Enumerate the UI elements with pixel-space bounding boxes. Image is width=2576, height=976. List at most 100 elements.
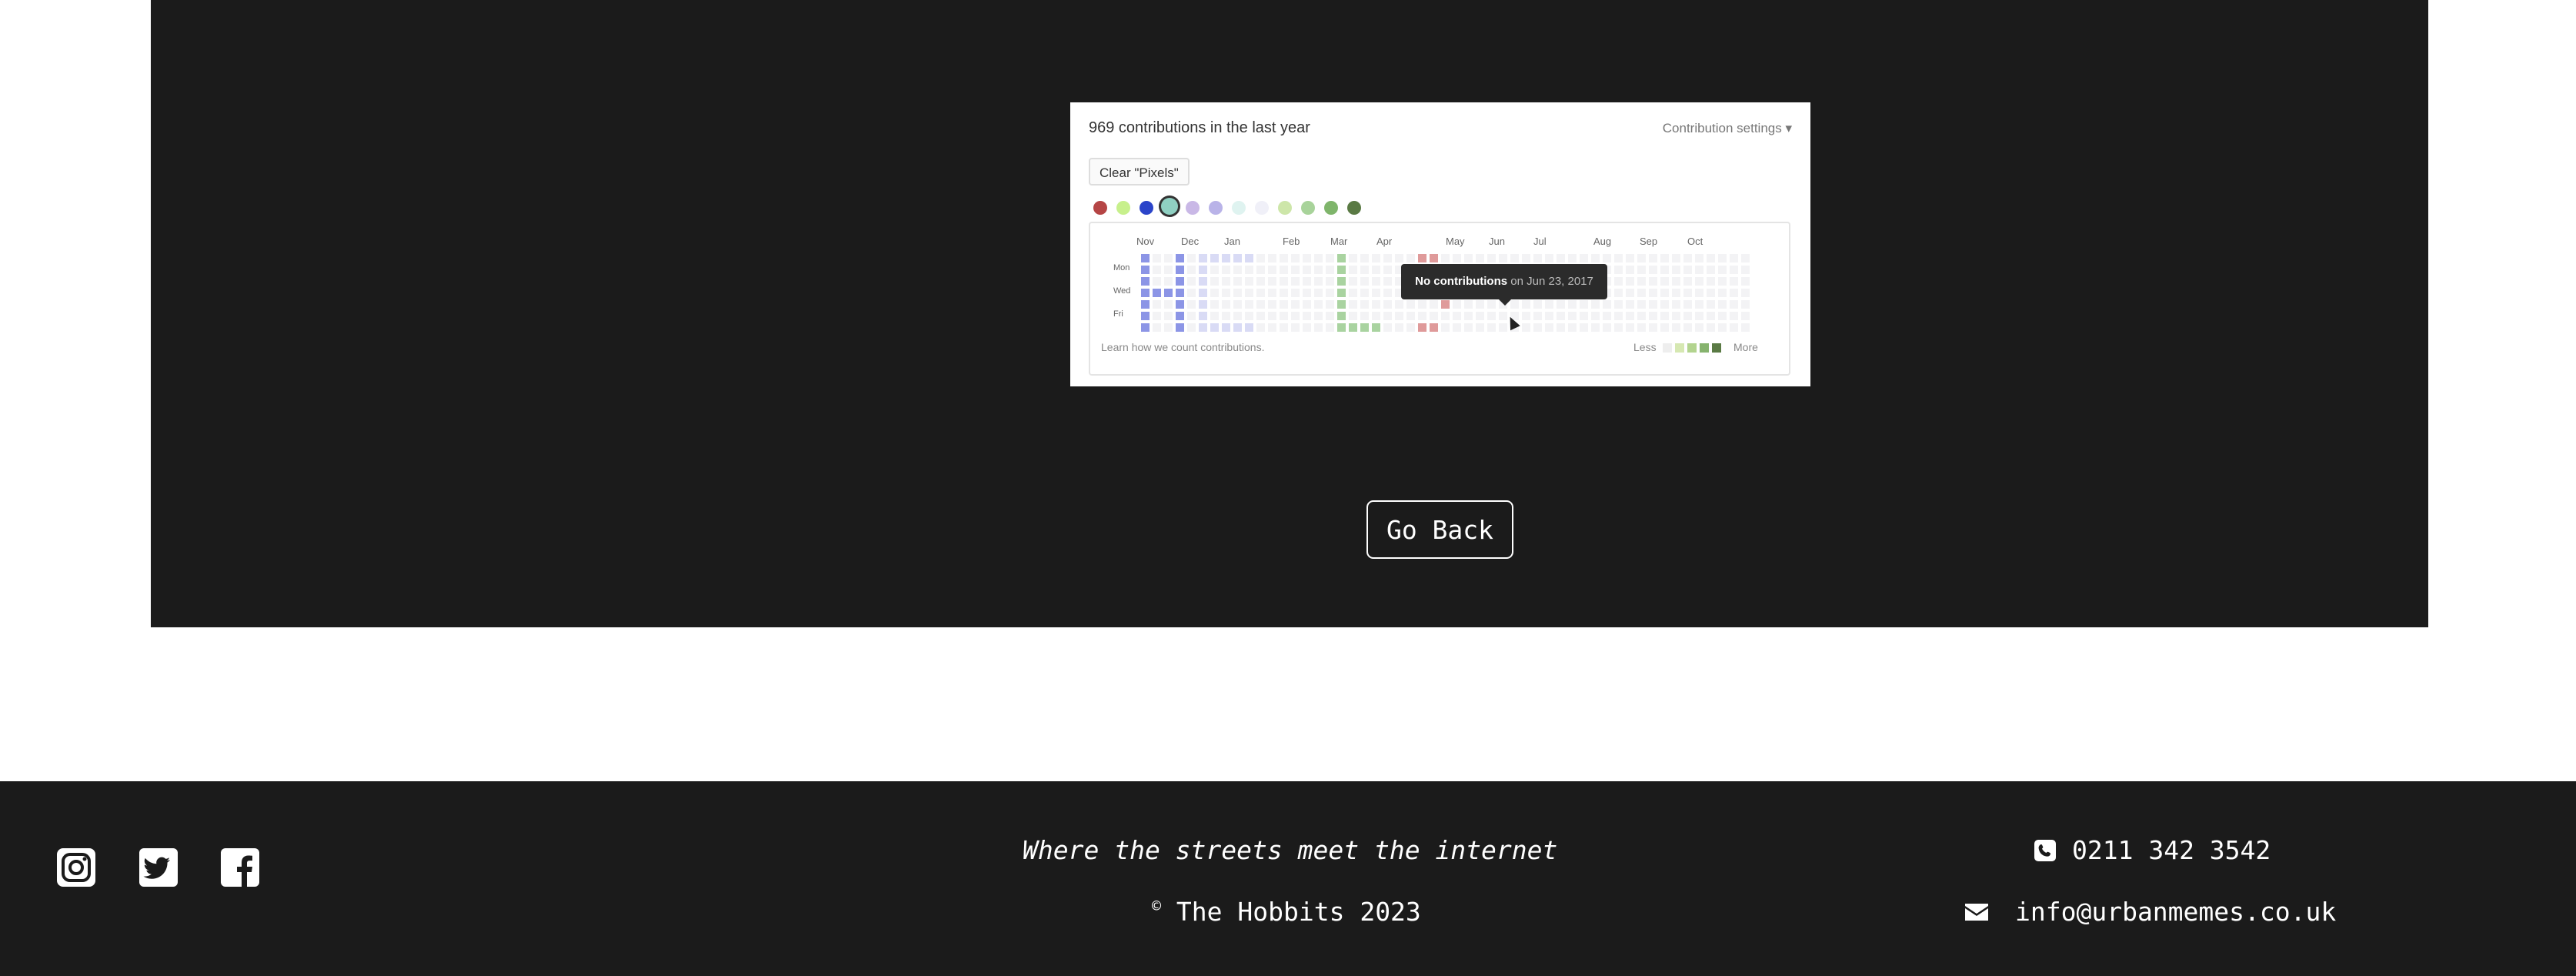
contribution-cell — [1233, 323, 1242, 332]
contribution-cell — [1233, 254, 1242, 262]
contribution-cell — [1164, 277, 1173, 286]
facebook-icon[interactable] — [219, 847, 261, 888]
contribution-cell — [1349, 300, 1357, 309]
contribution-cell — [1337, 289, 1346, 297]
contribution-cell — [1314, 277, 1323, 286]
contribution-cell — [1626, 300, 1634, 309]
contribution-cell — [1210, 289, 1219, 297]
contribution-cell — [1210, 266, 1219, 274]
contribution-cell — [1568, 300, 1577, 309]
instagram-icon[interactable] — [55, 847, 97, 888]
contribution-cell — [1672, 254, 1680, 262]
contribution-cell — [1464, 300, 1473, 309]
contribution-cell — [1256, 300, 1265, 309]
contribution-cell — [1730, 254, 1738, 262]
contribution-cell — [1256, 323, 1265, 332]
contribution-cell — [1672, 289, 1680, 297]
legend-less-label: Less — [1633, 341, 1657, 353]
contribution-cell — [1153, 277, 1161, 286]
contribution-cell — [1222, 254, 1230, 262]
contribution-cell — [1337, 323, 1346, 332]
contribution-cell — [1683, 289, 1692, 297]
contribution-cell — [1256, 277, 1265, 286]
email-address[interactable]: info@urbanmemes.co.uk — [2015, 897, 2336, 927]
contribution-cell — [1326, 289, 1334, 297]
contribution-cell — [1603, 300, 1611, 309]
contribution-cell — [1418, 300, 1426, 309]
contribution-cell — [1545, 254, 1553, 262]
contribution-cell — [1326, 254, 1334, 262]
legend-cell — [1712, 343, 1721, 353]
contribution-cell — [1176, 289, 1184, 297]
contribution-cell — [1245, 323, 1253, 332]
contribution-settings-link: Contribution settings ▾ — [1662, 121, 1792, 135]
contribution-cell — [1372, 323, 1380, 332]
contribution-cell — [1614, 323, 1623, 332]
contribution-cell — [1730, 289, 1738, 297]
contribution-cell — [1176, 266, 1184, 274]
contribution-cell — [1603, 312, 1611, 320]
contribution-cell — [1176, 312, 1184, 320]
contribution-cell — [1464, 312, 1473, 320]
contribution-cell — [1580, 323, 1588, 332]
contribution-cell — [1730, 312, 1738, 320]
contribution-cell — [1314, 312, 1323, 320]
contributions-heading: 969 contributions in the last year — [1089, 119, 1310, 136]
contribution-cell — [1291, 289, 1300, 297]
contribution-cell — [1557, 300, 1565, 309]
contribution-cell — [1222, 289, 1230, 297]
contribution-cell — [1337, 266, 1346, 274]
contribution-cell — [1672, 266, 1680, 274]
contribution-cell — [1256, 266, 1265, 274]
contribution-cell — [1349, 254, 1357, 262]
phone-number[interactable]: 0211 342 3542 — [2072, 835, 2271, 865]
contribution-cell — [1291, 323, 1300, 332]
contribution-cell — [1718, 289, 1727, 297]
contribution-cell — [1245, 277, 1253, 286]
contribution-cell — [1730, 300, 1738, 309]
contribution-cell — [1499, 323, 1507, 332]
contribution-cell — [1141, 266, 1150, 274]
contribution-cell — [1360, 254, 1369, 262]
legend-cell — [1663, 343, 1672, 353]
contribution-cell — [1741, 277, 1750, 286]
contribution-cell — [1141, 323, 1150, 332]
contribution-cell — [1707, 266, 1715, 274]
contribution-cell — [1395, 312, 1403, 320]
contribution-cell — [1141, 289, 1150, 297]
contribution-cell — [1453, 323, 1461, 332]
twitter-icon[interactable] — [138, 847, 179, 888]
contribution-cell — [1487, 254, 1496, 262]
contribution-cell — [1533, 323, 1542, 332]
contribution-cell — [1683, 312, 1692, 320]
contribution-cell — [1476, 254, 1484, 262]
contribution-cell — [1372, 254, 1380, 262]
contribution-cell — [1464, 323, 1473, 332]
contribution-cell — [1510, 254, 1519, 262]
contribution-cell — [1557, 312, 1565, 320]
contribution-cell — [1533, 300, 1542, 309]
legend-cell — [1675, 343, 1684, 353]
contribution-cell — [1303, 266, 1311, 274]
color-swatch — [1324, 201, 1338, 215]
color-swatch — [1209, 201, 1223, 215]
contribution-cell — [1522, 323, 1530, 332]
contribution-cell — [1280, 254, 1288, 262]
contribution-cell — [1291, 312, 1300, 320]
contribution-cell — [1580, 300, 1588, 309]
contribution-cell — [1153, 300, 1161, 309]
contribution-cell — [1164, 300, 1173, 309]
contribution-cell — [1707, 254, 1715, 262]
color-swatch — [1093, 201, 1107, 215]
contribution-cell — [1360, 289, 1369, 297]
contribution-cell — [1649, 266, 1657, 274]
go-back-button[interactable]: Go Back — [1366, 500, 1513, 559]
contribution-cell — [1522, 254, 1530, 262]
contribution-tooltip: No contributions on Jun 23, 2017 — [1401, 264, 1607, 306]
contribution-cell — [1256, 289, 1265, 297]
contribution-cell — [1545, 323, 1553, 332]
color-swatch — [1255, 201, 1269, 215]
contribution-cell — [1164, 312, 1173, 320]
contribution-cell — [1280, 300, 1288, 309]
contribution-cell — [1141, 277, 1150, 286]
